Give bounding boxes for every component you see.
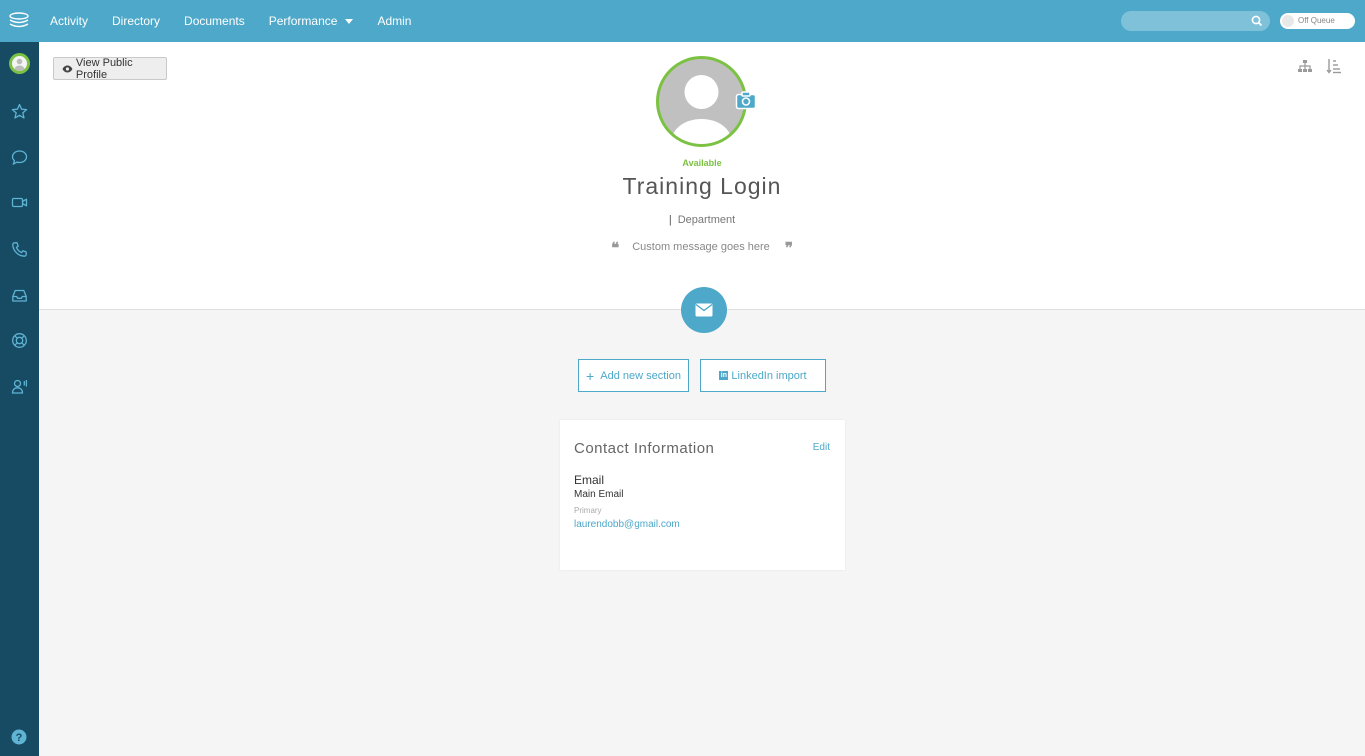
linkedin-import-label: LinkedIn import — [731, 369, 807, 382]
org-chart-icon[interactable] — [1297, 58, 1313, 74]
contact-information-card: Contact Information Edit Email Main Emai… — [560, 420, 845, 570]
card-title: Contact Information — [574, 440, 715, 457]
chat-icon[interactable] — [11, 149, 28, 166]
phone-icon[interactable] — [11, 241, 28, 258]
lifebuoy-icon[interactable] — [11, 332, 28, 349]
search-icon[interactable] — [1250, 14, 1264, 28]
department-label: Department — [677, 214, 736, 226]
eye-icon — [62, 65, 73, 72]
user-silhouette-icon — [14, 58, 25, 71]
view-public-profile-label: View Public Profile — [75, 56, 133, 81]
main-nav: Activity Directory Documents Performance… — [50, 0, 435, 42]
plus-icon: + — [586, 367, 595, 384]
nav-performance[interactable]: Performance — [269, 14, 354, 28]
app-logo-icon[interactable] — [8, 10, 30, 32]
nav-directory[interactable]: Directory — [112, 14, 160, 28]
sidebar: ? — [0, 42, 39, 756]
nav-directory-label: Directory — [112, 14, 161, 28]
user-silhouette-icon — [671, 75, 732, 144]
top-navigation-bar: Activity Directory Documents Performance… — [0, 0, 1365, 42]
queue-toggle[interactable]: Off Queue — [1280, 13, 1355, 29]
nav-activity-label: Activity — [50, 14, 89, 28]
search-input[interactable] — [1121, 11, 1270, 31]
linkedin-import-button[interactable]: in LinkedIn import — [700, 359, 826, 392]
email-type: Main Email — [574, 489, 624, 500]
email-link[interactable]: laurendobb@gmail.com — [574, 519, 680, 530]
queue-toggle-label: Off Queue — [1298, 16, 1335, 25]
nav-activity[interactable]: Activity — [50, 14, 88, 28]
nav-admin-label: Admin — [377, 14, 412, 28]
linkedin-icon: in — [719, 371, 729, 380]
chevron-down-icon — [345, 18, 354, 24]
send-email-button[interactable] — [681, 287, 727, 333]
quote-close-icon: ❞ — [784, 239, 793, 257]
nav-documents-label: Documents — [184, 14, 245, 28]
camera-icon[interactable] — [735, 90, 757, 110]
svg-text:?: ? — [16, 732, 23, 744]
add-new-section-button[interactable]: + Add new section — [578, 359, 689, 392]
title-separator: | — [668, 214, 672, 226]
profile-name: Training Login — [622, 173, 782, 199]
profile-avatar[interactable] — [656, 56, 747, 147]
contacts-icon[interactable] — [11, 378, 28, 395]
avatar[interactable] — [9, 53, 30, 74]
department-line: | Department — [39, 214, 1365, 226]
email-field-label: Email — [574, 473, 605, 487]
add-new-section-label: Add new section — [600, 369, 681, 382]
inbox-icon[interactable] — [11, 287, 28, 304]
quote-open-icon: ❝ — [611, 239, 620, 257]
avatar-image — [12, 56, 27, 71]
video-icon[interactable] — [11, 194, 28, 211]
profile-header: View Public Profile Available Training L… — [39, 42, 1365, 310]
view-public-profile-button[interactable]: View Public Profile — [53, 56, 167, 81]
toggle-knob — [1282, 15, 1294, 27]
custom-message-text: Custom message goes here — [632, 241, 770, 253]
sort-icon[interactable] — [1326, 58, 1342, 74]
star-icon[interactable] — [11, 103, 28, 120]
help-icon[interactable]: ? — [11, 729, 27, 745]
nav-documents[interactable]: Documents — [184, 14, 245, 28]
custom-message[interactable]: ❝ Custom message goes here ❞ — [39, 239, 1365, 257]
primary-tag: Primary — [574, 506, 602, 515]
nav-performance-label: Performance — [268, 14, 338, 28]
nav-admin[interactable]: Admin — [377, 14, 411, 28]
envelope-icon — [695, 303, 713, 317]
presence-status: Available — [682, 158, 722, 168]
edit-contact-link[interactable]: Edit — [813, 442, 830, 453]
